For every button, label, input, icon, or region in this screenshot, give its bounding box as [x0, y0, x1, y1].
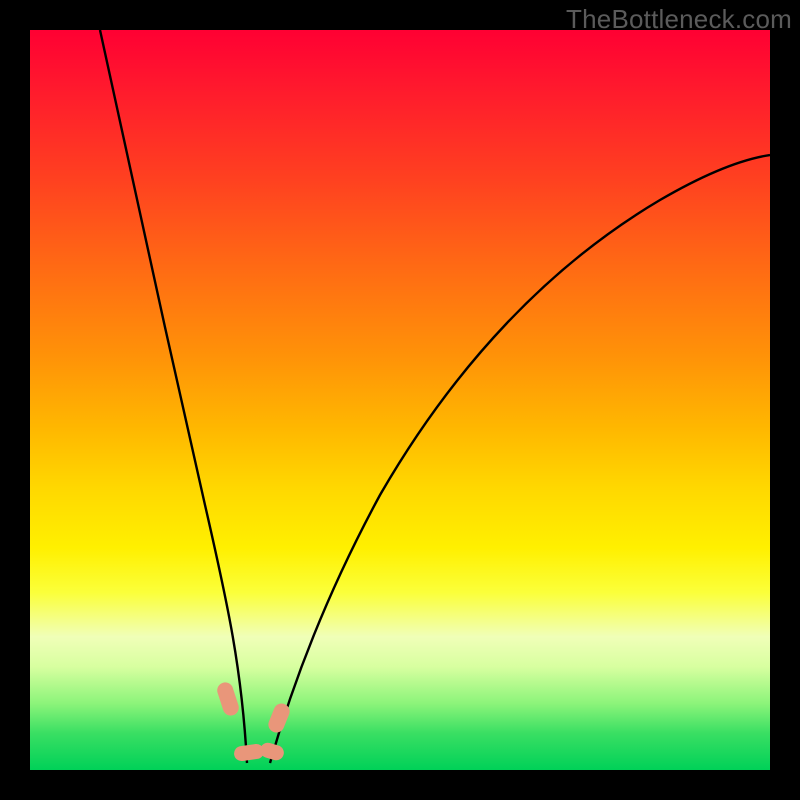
left-curve [100, 30, 247, 763]
right-curve [270, 155, 770, 763]
chart-outer-frame: TheBottleneck.com [0, 0, 800, 800]
plot-area [30, 30, 770, 770]
curve-layer [30, 30, 770, 770]
watermark-text: TheBottleneck.com [566, 4, 792, 35]
